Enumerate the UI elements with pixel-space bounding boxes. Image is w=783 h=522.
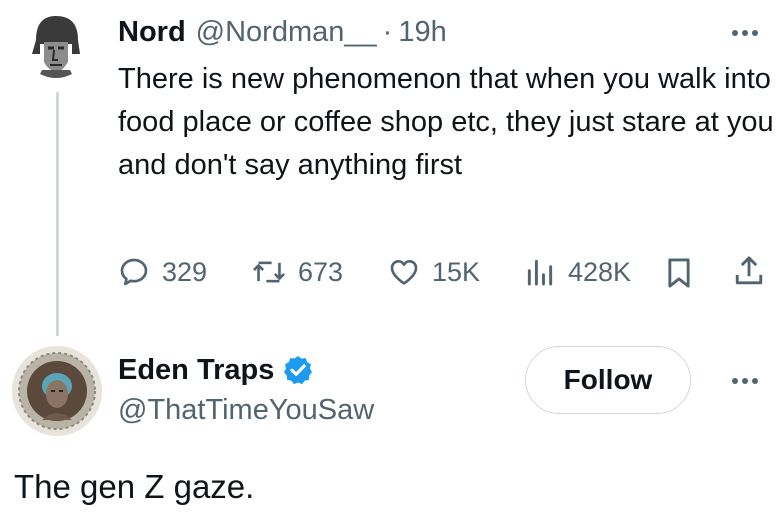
tweet-actions-bar: 329 673 15K 428K bbox=[0, 252, 783, 296]
helmet-figure-icon bbox=[22, 10, 90, 78]
views-count: 428K bbox=[568, 256, 632, 287]
nord-avatar[interactable] bbox=[22, 10, 90, 78]
tweet-timestamp[interactable]: 19h bbox=[398, 16, 446, 49]
thread-connector-line bbox=[56, 92, 59, 336]
reply-count: 329 bbox=[162, 256, 208, 287]
reply-icon bbox=[120, 258, 148, 286]
tweet-header: Nord @Nordman__ · 19h bbox=[118, 14, 447, 50]
eden-avatar[interactable] bbox=[12, 346, 102, 436]
bookmark-icon bbox=[668, 258, 690, 288]
retweet-count: 673 bbox=[298, 256, 344, 287]
author-handle[interactable]: @Nordman__ bbox=[196, 16, 377, 49]
reply-author-handle[interactable]: @ThatTimeYouSaw bbox=[118, 394, 374, 427]
like-button[interactable]: 15K bbox=[388, 256, 480, 288]
tweet-text: There is new phenomenon that when you wa… bbox=[118, 63, 774, 181]
separator-dot: · bbox=[382, 15, 393, 48]
verified-badge-icon[interactable] bbox=[282, 354, 314, 386]
follow-button[interactable]: Follow bbox=[525, 346, 691, 414]
reply-button[interactable]: 329 bbox=[118, 256, 207, 288]
heart-icon bbox=[390, 260, 418, 285]
views-bar-chart-icon bbox=[527, 259, 553, 286]
more-horizontal-icon bbox=[732, 30, 738, 36]
author-name[interactable]: Nord bbox=[118, 16, 186, 49]
reply-more-options-button[interactable] bbox=[732, 378, 758, 384]
relief-portrait-icon bbox=[12, 346, 102, 436]
share-button[interactable] bbox=[733, 254, 765, 288]
views-button[interactable]: 428K bbox=[524, 256, 631, 288]
reply-author-header: Eden Traps bbox=[118, 350, 314, 390]
retweet-button[interactable]: 673 bbox=[252, 256, 343, 288]
reply-author-name[interactable]: Eden Traps bbox=[118, 354, 274, 387]
bookmark-button[interactable] bbox=[664, 256, 694, 290]
share-icon bbox=[735, 256, 763, 285]
like-count: 15K bbox=[432, 256, 481, 287]
more-horizontal-icon bbox=[732, 378, 738, 384]
retweet-icon bbox=[253, 261, 285, 283]
reply-text: The gen Z gaze. bbox=[14, 468, 255, 505]
more-options-button[interactable] bbox=[732, 30, 758, 36]
